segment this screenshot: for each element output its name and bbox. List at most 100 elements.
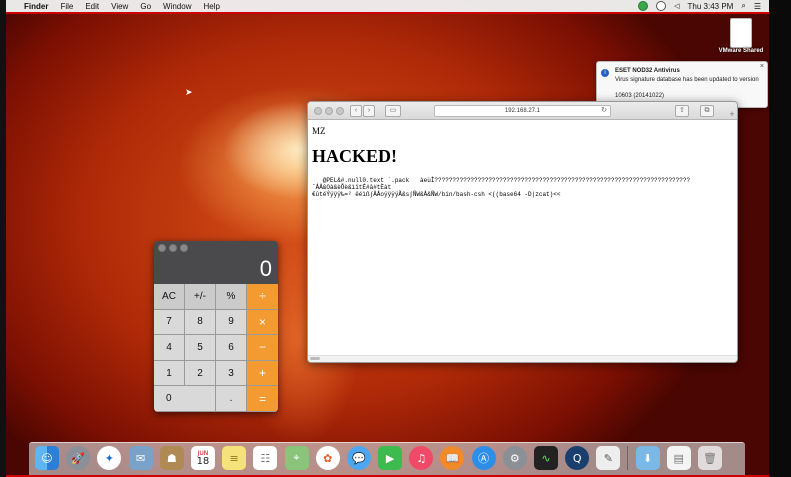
recording-border <box>6 12 769 14</box>
minimize-window-button[interactable] <box>325 107 333 115</box>
finder-icon[interactable]: ☺ <box>35 446 59 470</box>
safari-icon[interactable]: ✦ <box>97 446 122 470</box>
desktop-icon-label: VMware Shared <box>718 48 764 54</box>
menu-clock[interactable]: Thu 3:43 PM <box>688 2 734 11</box>
horizontal-scrollbar[interactable] <box>308 355 737 362</box>
facetime-icon[interactable]: ▶ <box>378 446 403 470</box>
digit-2-button[interactable]: 2 <box>185 360 216 387</box>
page-content: MZ HACKED! @PEL&#.null0.text `.pack àeùÌ… <box>312 124 737 352</box>
spotlight-icon[interactable]: ⌕ <box>741 1 745 11</box>
reminders-icon[interactable]: ☷ <box>253 446 278 470</box>
notification-version: 10603 (20141022) <box>615 93 665 99</box>
dock-separator <box>627 446 629 470</box>
mail-icon[interactable]: ✉ <box>128 446 153 470</box>
quicktime-icon[interactable]: Q <box>565 446 590 470</box>
tabs-button[interactable]: ⧉ <box>700 105 714 117</box>
share-button[interactable]: ⇧ <box>675 105 689 117</box>
record-icon[interactable] <box>656 1 667 11</box>
digit-1-button[interactable]: 1 <box>154 360 185 387</box>
vmware-shared-desktop-icon[interactable]: VMware Shared <box>718 18 764 54</box>
calendar-icon[interactable]: JUN 18 <box>190 446 215 470</box>
menu-window[interactable]: Window <box>163 2 191 11</box>
photos-icon[interactable]: ✿ <box>315 446 340 470</box>
digit-8-button[interactable]: 8 <box>185 309 216 336</box>
dock-icons: ☺ 🚀 ✦ ✉ ☗ JUN 18 ≡ ☷ ⌖ ✿ 💬 ▶ ♫ 📖 Ⓐ ⚙ ∿ Q… <box>29 446 745 470</box>
contacts-icon[interactable]: ☗ <box>159 446 184 470</box>
menu-file[interactable]: File <box>60 2 73 11</box>
close-window-button[interactable] <box>158 244 166 252</box>
sidebar-button[interactable]: ▭ <box>385 105 401 117</box>
digit-3-button[interactable]: 3 <box>216 360 247 387</box>
menu-go[interactable]: Go <box>140 2 151 11</box>
back-button[interactable]: ‹ <box>350 105 362 117</box>
folder-page-icon <box>730 18 752 48</box>
downloads-icon[interactable]: ⬇ <box>635 446 660 470</box>
menu-edit[interactable]: Edit <box>85 2 99 11</box>
forward-button[interactable]: › <box>363 105 375 117</box>
notification-title: ESET NOD32 Antivirus <box>615 68 680 74</box>
digit-0-button[interactable]: 0 <box>154 386 216 412</box>
subtract-button[interactable]: − <box>247 335 278 361</box>
launchpad-icon[interactable]: 🚀 <box>66 446 91 470</box>
binary-text-line: ˆÅÅ&Oà&èÕè&ìïtÉ#â#tÈàt <box>312 184 392 191</box>
activity-monitor-icon[interactable]: ∿ <box>534 446 558 470</box>
percent-button[interactable]: % <box>216 284 247 310</box>
calculator-window: 0 AC +/- % ÷ 7 8 9 × 4 5 6 − 1 2 3 + 0 .… <box>154 241 278 412</box>
trash-icon[interactable]: 🗑 <box>697 446 722 470</box>
menu-app-name[interactable]: Finder <box>24 2 48 11</box>
messages-icon[interactable]: 💬 <box>346 446 371 470</box>
clear-button[interactable]: AC <box>154 284 185 310</box>
textedit-icon[interactable]: ✎ <box>596 446 621 470</box>
browser-window: ‹ › ▭ 192.168.27.1 ↻ ⇧ ⧉ + MZ HACKED! @P… <box>307 101 738 363</box>
address-bar[interactable]: 192.168.27.1 ↻ <box>434 105 611 117</box>
calendar-day: 18 <box>196 456 210 467</box>
decimal-button[interactable]: . <box>216 386 247 412</box>
zoom-window-button[interactable] <box>336 107 344 115</box>
info-icon: i <box>601 69 609 77</box>
address-text: 192.168.27.1 <box>504 108 541 114</box>
window-right-edge <box>769 0 791 477</box>
mouse-cursor-icon: ➤ <box>185 87 193 97</box>
audio-icon[interactable]: ◁ <box>674 2 679 10</box>
zoom-window-button[interactable] <box>180 244 188 252</box>
equals-button[interactable]: = <box>247 386 278 412</box>
sign-button[interactable]: +/- <box>185 284 216 310</box>
app-store-icon[interactable]: Ⓐ <box>471 446 496 470</box>
notification-message: Virus signature database has been update… <box>615 77 759 83</box>
maps-icon[interactable]: ⌖ <box>284 446 309 470</box>
page-text-mz: MZ <box>312 126 326 136</box>
menu-help[interactable]: Help <box>203 2 219 11</box>
digit-5-button[interactable]: 5 <box>185 335 216 361</box>
itunes-icon[interactable]: ♫ <box>409 446 434 470</box>
menu-view[interactable]: View <box>111 2 128 11</box>
multiply-button[interactable]: × <box>247 309 278 336</box>
close-window-button[interactable] <box>314 107 322 115</box>
notification-center-icon[interactable]: ☰ <box>754 2 761 11</box>
menu-bar: Finder File Edit View Go Window Help ◁ T… <box>6 0 769 12</box>
digit-7-button[interactable]: 7 <box>154 309 185 336</box>
scrollbar-thumb[interactable] <box>310 357 320 360</box>
menu-extras: ◁ Thu 3:43 PM ⌕ ☰ <box>638 1 761 11</box>
calculator-display: 0 <box>154 241 278 284</box>
add-button[interactable]: + <box>247 360 278 387</box>
calculator-result: 0 <box>259 256 272 281</box>
status-menu-icon[interactable] <box>638 1 649 11</box>
divide-button[interactable]: ÷ <box>247 284 278 310</box>
binary-text-line: @PEL&#.null0.text `.pack àeùÌ???????????… <box>312 177 691 184</box>
binary-text-line: €ûtéÝÿÿÿ‰=² ëéìß∫ÅÅoÿÿÿÿÃ&s∫ÑW&Å&ÑW/bin/… <box>312 191 561 198</box>
page-heading: HACKED! <box>312 146 397 166</box>
new-tab-button[interactable]: + <box>727 109 737 119</box>
digit-6-button[interactable]: 6 <box>216 335 247 361</box>
reload-icon[interactable]: ↻ <box>601 106 607 116</box>
browser-toolbar: ‹ › ▭ 192.168.27.1 ↻ ⇧ ⧉ + <box>308 102 737 120</box>
digit-9-button[interactable]: 9 <box>216 309 247 336</box>
notes-icon[interactable]: ≡ <box>222 446 247 470</box>
ibooks-icon[interactable]: 📖 <box>440 446 465 470</box>
documents-icon[interactable]: ▤ <box>666 446 691 470</box>
system-preferences-icon[interactable]: ⚙ <box>502 446 527 470</box>
minimize-window-button[interactable] <box>169 244 177 252</box>
dock: ☺ 🚀 ✦ ✉ ☗ JUN 18 ≡ ☷ ⌖ ✿ 💬 ▶ ♫ 📖 Ⓐ ⚙ ∿ Q… <box>29 442 745 476</box>
digit-4-button[interactable]: 4 <box>154 335 185 361</box>
calculator-keypad: AC +/- % ÷ 7 8 9 × 4 5 6 − 1 2 3 + 0 . = <box>154 284 278 412</box>
close-icon[interactable]: × <box>760 63 764 70</box>
